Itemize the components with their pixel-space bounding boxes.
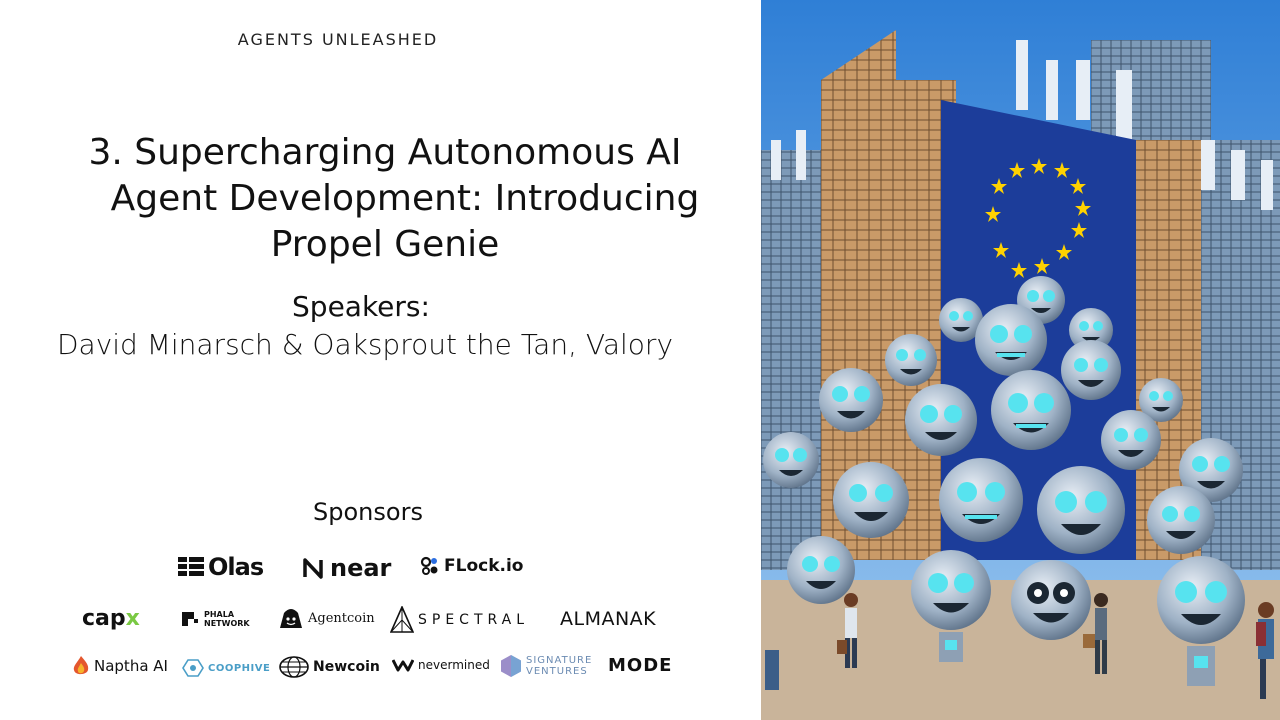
brand-wordmark: AGENTS UNLEASHED [237, 30, 439, 49]
sponsor-logo-coophive: COOPHIVE [182, 659, 270, 677]
speakers-heading: Speakers: [292, 290, 430, 323]
sponsor-name: FLock.io [444, 556, 524, 576]
sponsor-logo-phala: PHALA NETWORK [180, 610, 252, 628]
sponsor-name: ALMANAK [560, 608, 657, 630]
olas-mark-icon [178, 557, 204, 577]
sponsor-name: PHALA NETWORK [204, 610, 250, 628]
sponsor-logo-newcoin: Newcoin [279, 656, 380, 678]
sponsor-name: Olas [208, 553, 264, 581]
flock-dots-icon [420, 556, 438, 575]
sponsors-heading: Sponsors [313, 498, 423, 526]
sponsor-logo-almanak: ALMANAK [560, 608, 656, 630]
sponsor-name: Agentcoin [308, 610, 375, 626]
session-title-line-2: Agent Development: Introducing [110, 178, 700, 219]
sponsor-name: SIGNATURE VENTURES [526, 655, 593, 677]
sponsor-name: capx [82, 606, 140, 631]
sponsor-logo-near: near [302, 554, 391, 582]
sponsor-name: nevermined [418, 658, 490, 672]
near-n-icon [303, 558, 323, 579]
session-title-line-3: Propel Genie [270, 224, 500, 265]
signature-hex-icon [501, 655, 521, 677]
capx-x-accent: x [125, 606, 140, 631]
sponsor-logo-spectral: SPECTRAL [390, 606, 529, 634]
eu-robots-illustration [761, 0, 1280, 720]
sponsor-name: SPECTRAL [418, 612, 530, 628]
sponsor-name: MODE [608, 655, 673, 676]
newcoin-globe-icon [279, 656, 309, 678]
sponsor-logo-nevermined: nevermined [392, 658, 490, 672]
illustration-canvas [761, 0, 1280, 720]
session-title: 3. Supercharging Autonomous AI Agent Dev… [40, 130, 730, 268]
agentcoin-face-icon [280, 609, 302, 628]
sponsor-logo-agentcoin: Agentcoin [278, 607, 375, 629]
sponsor-name: Naptha AI [94, 657, 168, 675]
sponsor-logo-mode: MODE [608, 655, 672, 676]
sponsor-logo-flock: FLock.io [420, 556, 523, 576]
sponsor-logo-capx: capx [82, 606, 140, 631]
spectral-prism-icon [390, 606, 414, 633]
coophive-hex-icon [182, 659, 204, 677]
sponsor-name: near [330, 554, 392, 582]
phala-mark-icon [182, 612, 198, 626]
sponsor-logo-olas: Olas [178, 553, 264, 581]
sponsor-name: Newcoin [313, 659, 380, 675]
nevermined-wave-icon [392, 659, 414, 672]
sponsor-logo-signature-ventures: SIGNATURE VENTURES [500, 654, 618, 678]
speakers-names: David Minarsch & Oaksprout the Tan, Valo… [56, 328, 674, 361]
session-title-line-1: 3. Supercharging Autonomous AI [88, 132, 682, 173]
sponsor-name: COOPHIVE [208, 662, 271, 674]
naptha-flame-icon [73, 656, 89, 675]
sponsor-logo-naptha: Naptha AI [72, 655, 168, 677]
slide-text-panel: AGENTS UNLEASHED 3. Supercharging Autono… [0, 0, 760, 720]
